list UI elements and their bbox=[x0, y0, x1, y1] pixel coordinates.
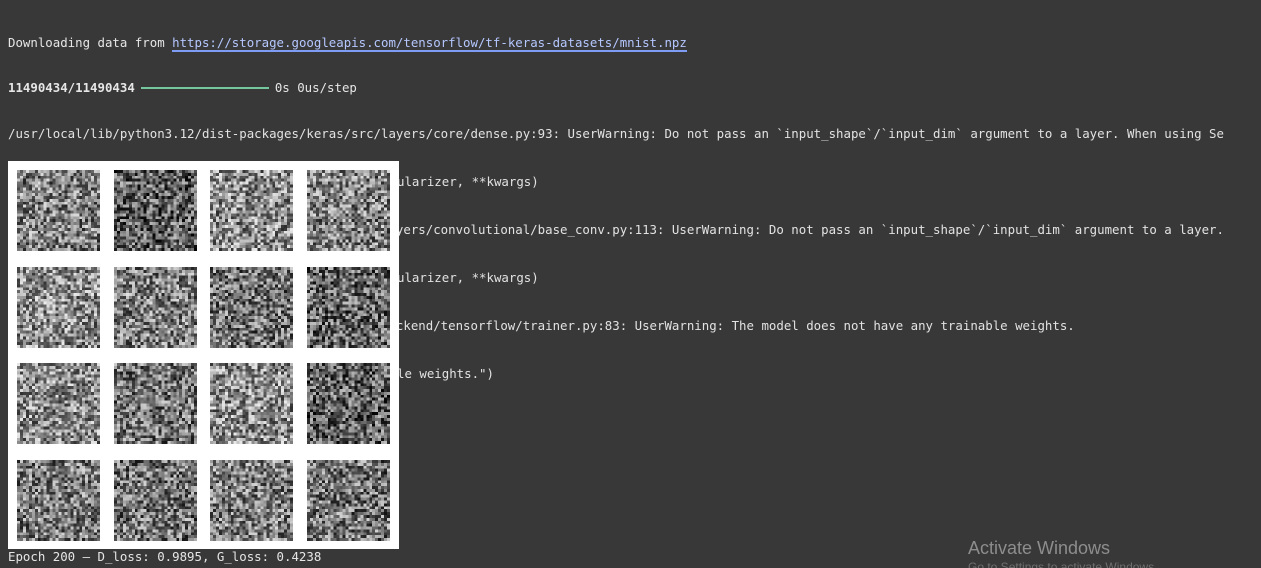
download-prefix: Downloading data from bbox=[8, 35, 173, 50]
generated-image-tile bbox=[210, 460, 293, 541]
epoch-200-log: Epoch 200 – D_loss: 0.9895, G_loss: 0.42… bbox=[8, 549, 322, 564]
activate-windows-title: Activate Windows bbox=[968, 538, 1111, 558]
activate-windows-subtitle: Go to Settings to activate Windows. bbox=[968, 560, 1158, 568]
progress-bar bbox=[140, 86, 269, 89]
generated-image-tile bbox=[17, 363, 100, 444]
generated-image-tile bbox=[307, 460, 390, 541]
progress-timing: 0s 0us/step bbox=[274, 80, 357, 95]
warning-dense: /usr/local/lib/python3.12/dist-packages/… bbox=[8, 126, 1224, 141]
generated-image-tile bbox=[210, 363, 293, 444]
progress-count: 11490434/11490434 bbox=[8, 80, 135, 95]
generated-image-tile bbox=[307, 267, 390, 348]
generated-image-tile bbox=[114, 170, 197, 251]
generated-image-tile bbox=[307, 170, 390, 251]
generated-image-tile bbox=[17, 460, 100, 541]
generated-image-tile bbox=[114, 363, 197, 444]
dataset-url-link[interactable]: https://storage.googleapis.com/tensorflo… bbox=[172, 35, 687, 52]
generated-images-figure bbox=[8, 161, 399, 549]
generated-image-tile bbox=[114, 267, 197, 348]
generated-image-tile bbox=[210, 170, 293, 251]
progress-bar-fill bbox=[140, 86, 269, 89]
generated-image-tile bbox=[114, 460, 197, 541]
generated-image-tile bbox=[307, 363, 390, 444]
download-progress: 11490434/11490434 0s 0us/step bbox=[8, 81, 1261, 95]
generated-image-tile bbox=[17, 267, 100, 348]
download-line: Downloading data from https://storage.go… bbox=[8, 34, 1261, 52]
generated-image-tile bbox=[210, 267, 293, 348]
generated-image-tile bbox=[17, 170, 100, 251]
